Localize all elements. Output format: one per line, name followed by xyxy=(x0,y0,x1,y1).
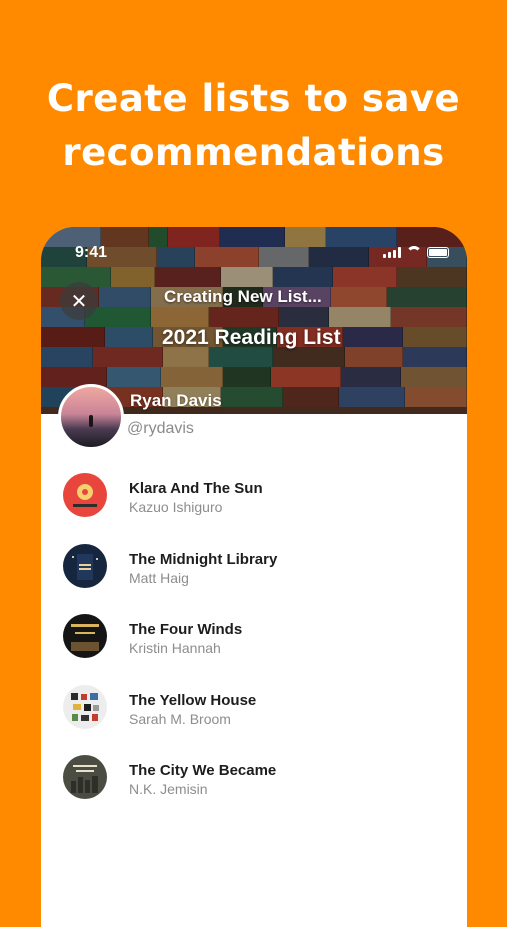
wifi-icon xyxy=(406,246,422,258)
promo-headline: Create lists to save recommendations xyxy=(0,72,507,180)
cover-art xyxy=(71,765,98,793)
book-cover xyxy=(63,543,107,588)
book-cover xyxy=(63,684,107,729)
avatar[interactable] xyxy=(58,384,124,450)
book-title: The Four Winds xyxy=(129,621,243,638)
list-item[interactable]: The Yellow House Sarah M. Broom xyxy=(41,684,467,756)
avatar-photo xyxy=(89,415,93,427)
status-icons xyxy=(383,246,449,258)
phone-screen: 9:41 ✕ Creating New List... 2021 Reading… xyxy=(41,227,467,927)
book-title: The Midnight Library xyxy=(129,550,278,568)
cover-art xyxy=(72,553,98,580)
book-author: Sarah M. Broom xyxy=(129,710,231,727)
list-item[interactable]: The City We Became N.K. Jemisin xyxy=(41,755,467,826)
list-item[interactable]: The Midnight Library Matt Haig xyxy=(41,543,467,615)
header-background-image: 9:41 ✕ Creating New List... 2021 Reading… xyxy=(41,227,467,414)
battery-icon xyxy=(427,247,449,258)
list-item[interactable]: The Four Winds Kristin Hannah xyxy=(41,614,467,685)
profile-handle: @rydavis xyxy=(127,420,194,437)
cover-art xyxy=(73,484,97,507)
cover-art xyxy=(71,692,99,721)
book-cover xyxy=(63,473,107,517)
book-title: The City We Became xyxy=(129,762,277,779)
book-author: N.K. Jemisin xyxy=(129,781,208,797)
book-title: The Yellow House xyxy=(129,691,257,709)
close-button[interactable]: ✕ xyxy=(60,282,98,320)
profile-name: Ryan Davis xyxy=(130,391,222,410)
book-list: Klara And The Sun Kazuo Ishiguro The Mid… xyxy=(41,473,467,826)
headline-line-2: recommendations xyxy=(62,131,445,174)
book-cover xyxy=(63,614,107,658)
list-title-input[interactable]: 2021 Reading List xyxy=(162,326,341,350)
headline-line-1: Create lists to save xyxy=(46,77,461,120)
book-title: Klara And The Sun xyxy=(129,480,263,497)
status-time: 9:41 xyxy=(75,244,108,261)
book-author: Matt Haig xyxy=(129,569,189,586)
creating-list-label: Creating New List... xyxy=(164,287,322,306)
cover-art xyxy=(71,624,99,651)
list-item[interactable]: Klara And The Sun Kazuo Ishiguro xyxy=(41,473,467,544)
book-author: Kazuo Ishiguro xyxy=(129,499,223,515)
close-icon: ✕ xyxy=(70,289,88,313)
book-cover xyxy=(63,755,107,799)
book-author: Kristin Hannah xyxy=(129,640,221,656)
signal-icon xyxy=(383,247,401,258)
